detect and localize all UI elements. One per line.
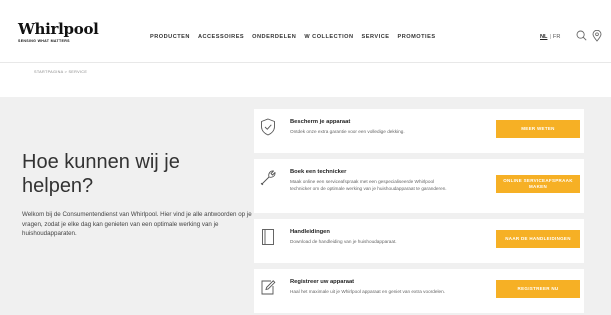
register-now-button[interactable]: REGISTREER NU: [496, 280, 580, 298]
nav-item-onderdelen[interactable]: ONDERDELEN: [252, 34, 296, 40]
card-manuals: Handleidingen Download de handleiding va…: [254, 219, 584, 263]
breadcrumb[interactable]: STARTPAGINA > SERVICE: [34, 70, 87, 74]
location-pin-icon[interactable]: [592, 30, 602, 42]
book-service-appointment-button[interactable]: ONLINE SERVICEAFSPRAAK MAKEN: [496, 175, 580, 193]
lang-nl[interactable]: NL: [540, 34, 547, 40]
main-nav: PRODUCTEN ACCESSOIRES ONDERDELEN W COLLE…: [150, 34, 436, 40]
card-title: Bescherm je apparaat: [290, 119, 351, 125]
wrench-icon: [260, 170, 276, 186]
card-title: Registreer uw apparaat: [290, 279, 355, 285]
card-description: Haal het maximale uit je Whirlpool appar…: [290, 289, 446, 294]
card-register-appliance: Registreer uw apparaat Haal het maximale…: [254, 269, 584, 313]
search-icon[interactable]: [576, 30, 587, 41]
card-protect-appliance: Bescherm je apparaat Ontdek onze extra g…: [254, 109, 584, 153]
whirlpool-logo[interactable]: Whirlpool SENSING WHAT MATTERS: [18, 20, 99, 44]
card-description: Ontdek onze extra garantie voor een voll…: [290, 129, 405, 134]
nav-item-producten[interactable]: PRODUCTEN: [150, 34, 190, 40]
lang-fr[interactable]: FR: [553, 34, 560, 40]
service-cards: Bescherm je apparaat Ontdek onze extra g…: [254, 109, 584, 315]
card-description: Maak online een serviceafspraak met een …: [290, 179, 447, 192]
manuals-button[interactable]: NAAR DE HANDLEIDINGEN: [496, 230, 580, 248]
page-title: Hoe kunnen wij je helpen?: [22, 151, 180, 197]
meer-weten-button[interactable]: MEER WETEN: [496, 120, 580, 138]
card-book-technician: Boek een technicker Maak online een serv…: [254, 159, 584, 213]
card-title: Boek een technicker: [290, 169, 347, 175]
register-edit-icon: [261, 280, 276, 295]
language-switcher: NL | FR: [540, 34, 560, 40]
nav-item-w-collection[interactable]: W COLLECTION: [304, 34, 353, 40]
logo-tagline: SENSING WHAT MATTERS: [18, 39, 70, 43]
manual-book-icon: [262, 229, 274, 245]
logo-wordmark: Whirlpool: [18, 20, 99, 38]
nav-item-promoties[interactable]: PROMOTIES: [398, 34, 436, 40]
intro-text: Welkom bij de Consumentendienst van Whir…: [22, 211, 252, 237]
card-description: Download de handleiding van je huishouda…: [290, 239, 397, 244]
card-title: Handleidingen: [290, 229, 330, 235]
nav-item-accessoires[interactable]: ACCESSOIRES: [198, 34, 244, 40]
nav-item-service[interactable]: SERVICE: [362, 34, 390, 40]
header-divider: [0, 62, 611, 63]
shield-check-icon: [261, 118, 275, 136]
site-header: Whirlpool SENSING WHAT MATTERS PRODUCTEN…: [0, 0, 611, 62]
lang-separator: |: [549, 34, 551, 40]
